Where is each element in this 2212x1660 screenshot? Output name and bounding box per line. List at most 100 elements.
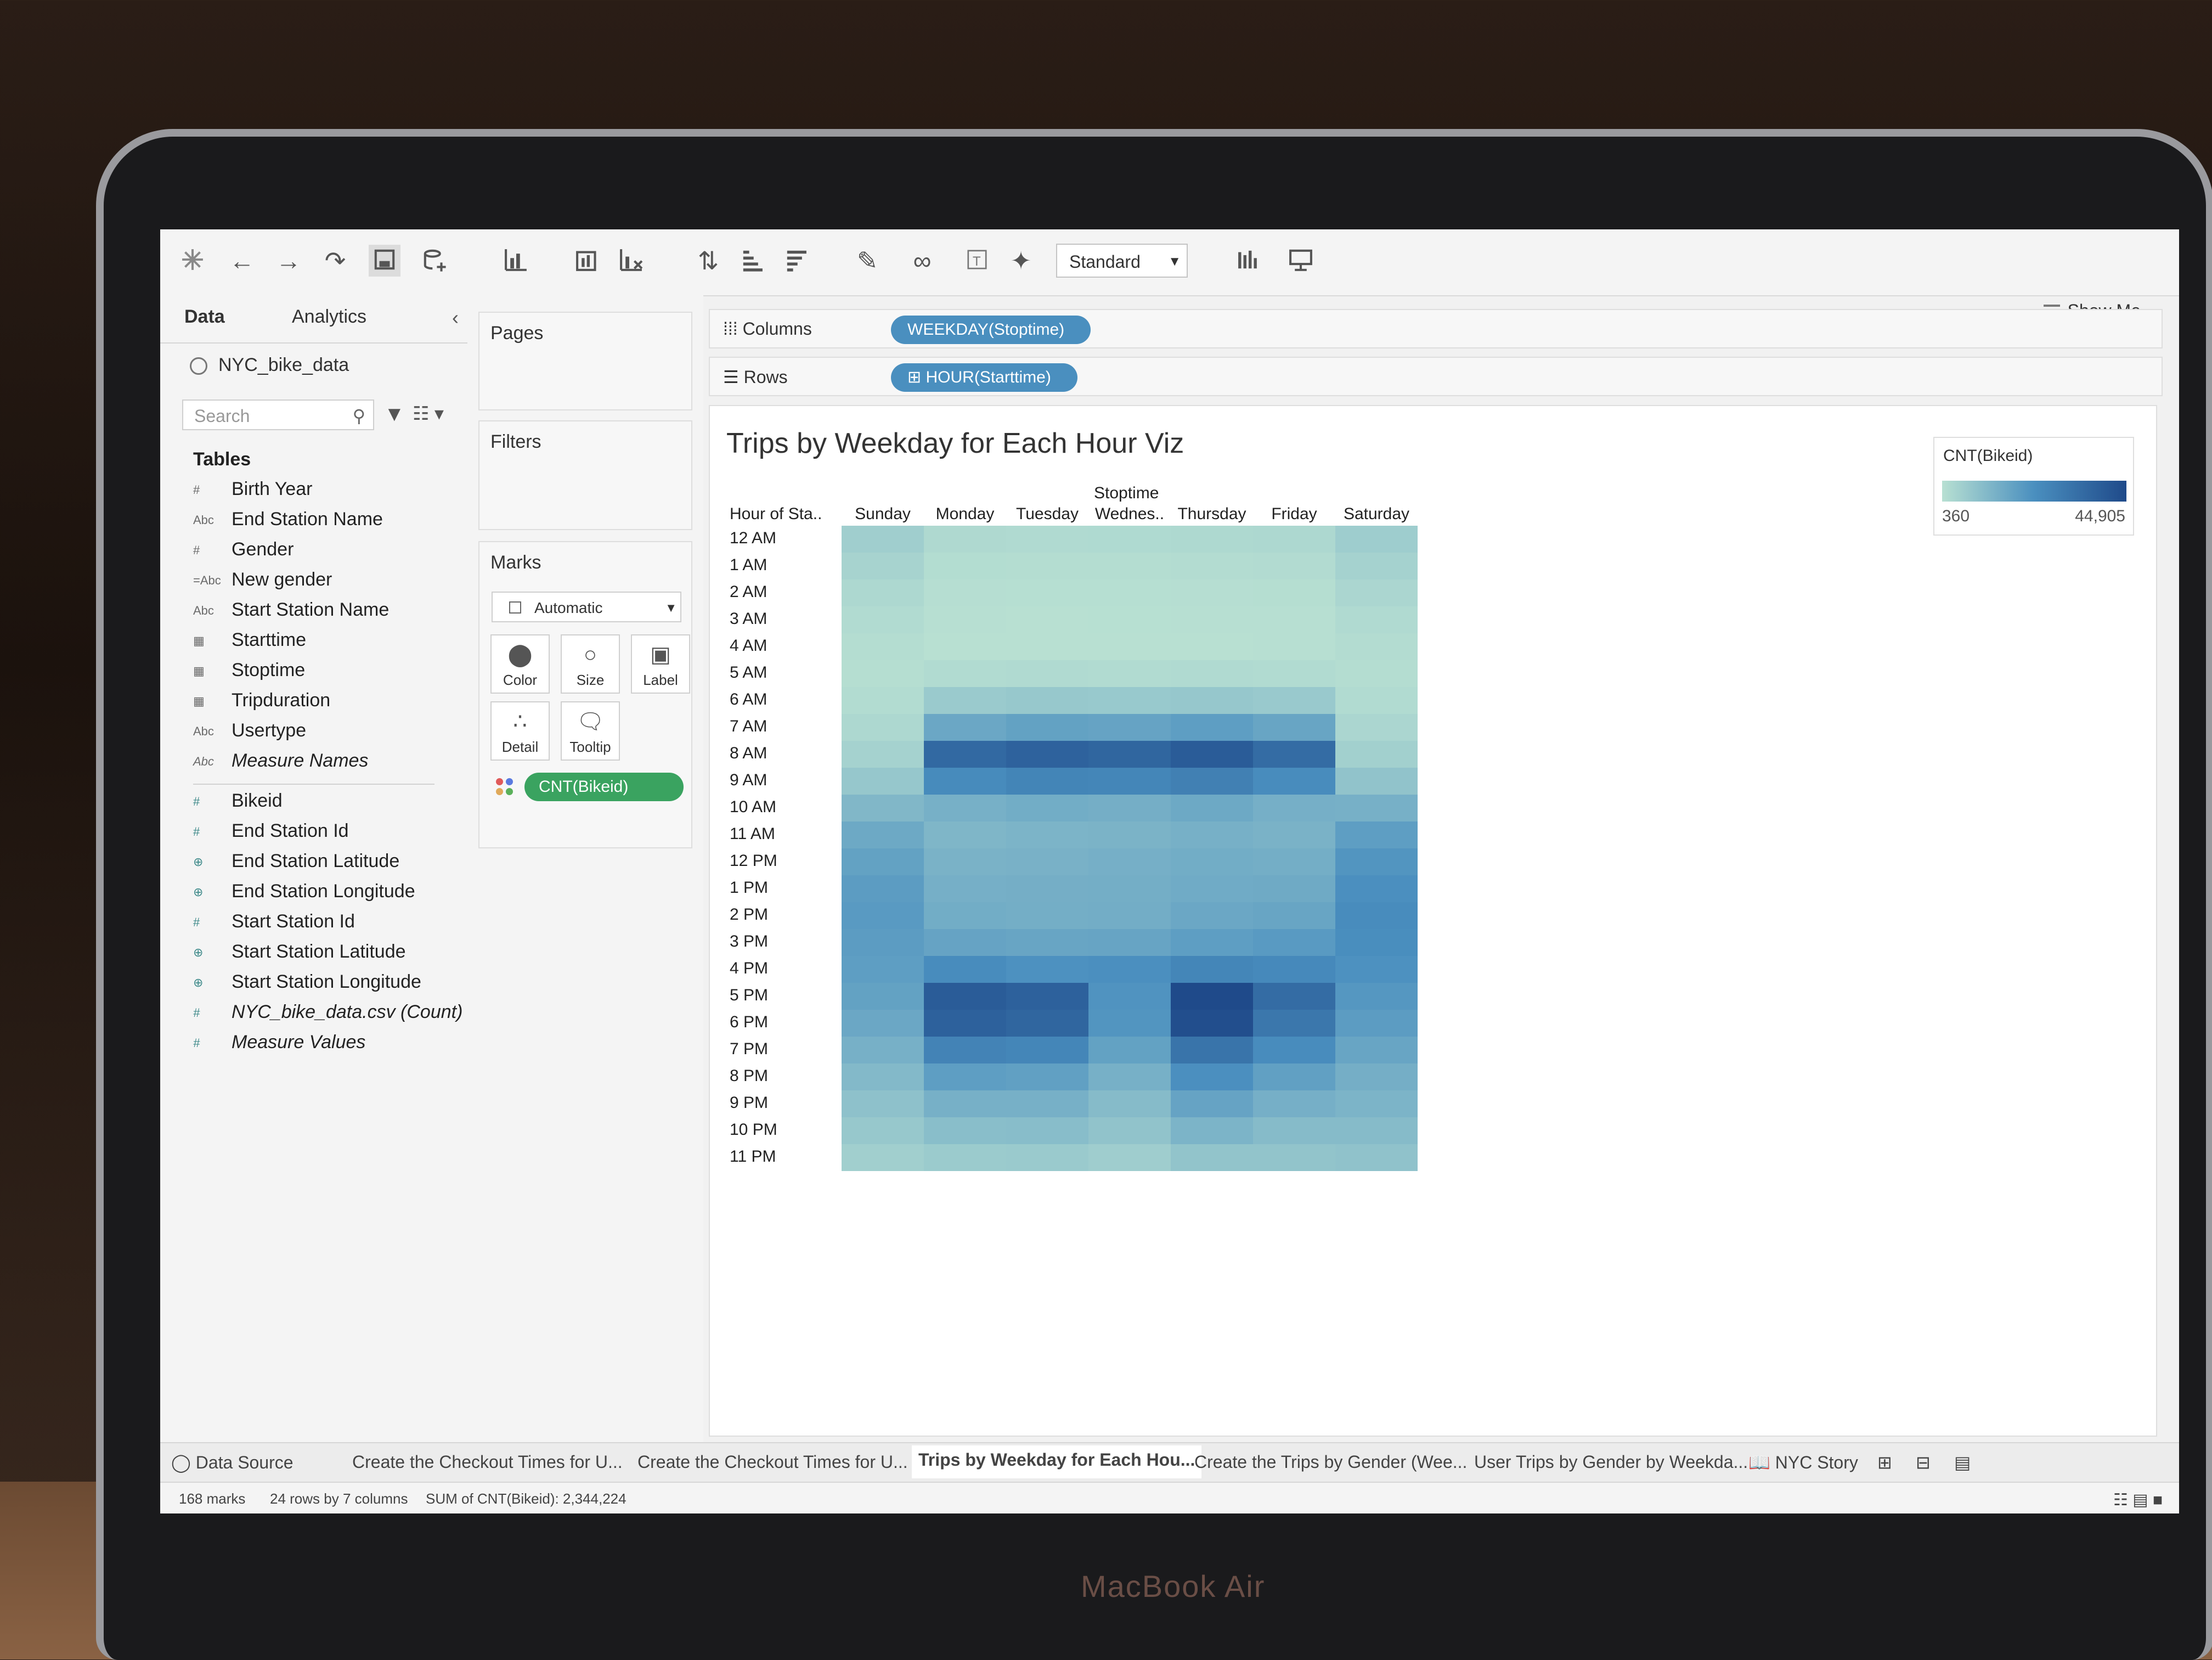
heatmap-cell[interactable] <box>1335 1144 1418 1171</box>
heatmap-cell[interactable] <box>1335 526 1418 553</box>
heatmap-cell[interactable] <box>1335 687 1418 714</box>
heatmap-cell[interactable] <box>1335 1010 1418 1037</box>
row-header-label[interactable]: 2 PM <box>730 905 768 924</box>
row-header-label[interactable]: 9 PM <box>730 1094 768 1112</box>
heatmap-cell[interactable] <box>1253 929 1335 956</box>
heatmap-cell[interactable] <box>842 1117 924 1144</box>
detail-button[interactable]: ∴ Detail <box>490 701 550 761</box>
heatmap-cell[interactable] <box>842 553 924 579</box>
heatmap-cell[interactable] <box>1088 526 1171 553</box>
data-source-tab[interactable]: ◯ Data Source <box>171 1452 294 1473</box>
row-header-label[interactable]: 4 PM <box>730 959 768 978</box>
heatmap-cell[interactable] <box>1335 579 1418 606</box>
sheet-tab[interactable]: User Trips by Gender by Weekda... <box>1474 1452 1748 1472</box>
duplicate-sheet-icon[interactable] <box>572 245 603 277</box>
row-header-label[interactable]: 12 PM <box>730 852 777 870</box>
heatmap-cell[interactable] <box>1171 1117 1253 1144</box>
heatmap-cell[interactable] <box>1006 1063 1088 1090</box>
rows-shelf[interactable]: ☰ Rows ⊞ HOUR(Starttime) <box>709 357 2163 396</box>
heatmap-cell[interactable] <box>1335 714 1418 741</box>
heatmap-cell[interactable] <box>1171 902 1253 929</box>
heatmap-cell[interactable] <box>1088 902 1171 929</box>
color-button[interactable]: ⬤ Color <box>490 634 550 694</box>
back-arrow-icon[interactable]: ← <box>226 245 258 277</box>
row-header-label[interactable]: 1 AM <box>730 556 767 575</box>
heatmap-cell[interactable] <box>1171 1010 1253 1037</box>
heatmap-cell[interactable] <box>1006 983 1088 1010</box>
heatmap-cell[interactable] <box>1253 875 1335 902</box>
heatmap-cell[interactable] <box>1088 768 1171 795</box>
swap-rows-columns-icon[interactable]: ⇅ <box>692 245 724 277</box>
tableau-logo-icon[interactable] <box>177 245 208 277</box>
heatmap-cell[interactable] <box>842 1063 924 1090</box>
heatmap-cell[interactable] <box>1171 983 1253 1010</box>
heatmap-cell[interactable] <box>842 633 924 660</box>
heatmap-cell[interactable] <box>842 902 924 929</box>
heatmap-cell[interactable] <box>1253 579 1335 606</box>
weekday-stoptime-pill[interactable]: WEEKDAY(Stoptime) <box>891 316 1091 344</box>
field-item[interactable]: # Birth Year <box>193 479 467 509</box>
heatmap-cell[interactable] <box>1171 606 1253 633</box>
heatmap-cell[interactable] <box>1006 929 1088 956</box>
collapse-pane-icon[interactable]: ‹ <box>452 306 459 329</box>
heatmap-cell[interactable] <box>1253 821 1335 848</box>
heatmap-cell[interactable] <box>1088 714 1171 741</box>
heatmap-cell[interactable] <box>1171 741 1253 768</box>
heatmap-cell[interactable] <box>1335 848 1418 875</box>
column-header-label[interactable]: Friday <box>1253 505 1335 524</box>
heatmap-cell[interactable] <box>1335 741 1418 768</box>
heatmap-cell[interactable] <box>1006 875 1088 902</box>
heatmap-cell[interactable] <box>924 768 1006 795</box>
heatmap-cell[interactable] <box>1335 983 1418 1010</box>
heatmap-cell[interactable] <box>1253 741 1335 768</box>
heatmap-cell[interactable] <box>1171 714 1253 741</box>
tab-analytics[interactable]: Analytics <box>292 306 366 328</box>
heatmap-cell[interactable] <box>1006 633 1088 660</box>
heatmap-cell[interactable] <box>1006 1037 1088 1063</box>
heatmap-cell[interactable] <box>842 821 924 848</box>
heatmap-cell[interactable] <box>1335 633 1418 660</box>
heatmap-cell[interactable] <box>1253 1144 1335 1171</box>
column-header-label[interactable]: Thursday <box>1171 505 1253 524</box>
column-header-label[interactable]: Saturday <box>1335 505 1418 524</box>
row-header-label[interactable]: 2 AM <box>730 583 767 601</box>
row-header-label[interactable]: 1 PM <box>730 879 768 897</box>
sheet-tab[interactable]: Create the Checkout Times for U... <box>637 1452 908 1472</box>
heatmap-cell[interactable] <box>924 795 1006 821</box>
heatmap-cell[interactable] <box>924 633 1006 660</box>
heatmap-cell[interactable] <box>1171 795 1253 821</box>
heatmap-cell[interactable] <box>1253 526 1335 553</box>
heatmap-cell[interactable] <box>1171 1063 1253 1090</box>
pin-icon[interactable]: ✦ <box>1005 245 1037 277</box>
heatmap-cell[interactable] <box>924 1117 1006 1144</box>
row-header-label[interactable]: 7 AM <box>730 717 767 736</box>
heatmap-cell[interactable] <box>1335 795 1418 821</box>
heatmap-cell[interactable] <box>1335 929 1418 956</box>
heatmap-cell[interactable] <box>1171 660 1253 687</box>
row-header-label[interactable]: 3 PM <box>730 932 768 951</box>
heatmap-cell[interactable] <box>1088 1063 1171 1090</box>
heatmap-cell[interactable] <box>924 526 1006 553</box>
heatmap-cell[interactable] <box>1088 633 1171 660</box>
row-header-label[interactable]: 5 AM <box>730 663 767 682</box>
presentation-mode-icon[interactable] <box>1233 245 1265 277</box>
sort-ascending-icon[interactable] <box>736 245 768 277</box>
heatmap-cell[interactable] <box>1088 821 1171 848</box>
field-item[interactable]: Abc Usertype <box>193 720 467 750</box>
field-item[interactable]: ⊕ Start Station Latitude <box>193 941 467 971</box>
pages-shelf[interactable]: Pages <box>478 312 692 410</box>
filters-shelf[interactable]: Filters <box>478 420 692 530</box>
field-item[interactable]: ▦ Stoptime <box>193 660 467 690</box>
heatmap-cell[interactable] <box>1335 768 1418 795</box>
heatmap-cell[interactable] <box>924 579 1006 606</box>
heatmap-cell[interactable] <box>1006 579 1088 606</box>
sheet-tab-active[interactable]: Trips by Weekday for Each Hou... <box>912 1445 1202 1478</box>
heatmap-cell[interactable] <box>1006 660 1088 687</box>
row-header-label[interactable]: 5 PM <box>730 986 768 1005</box>
heatmap-cell[interactable] <box>1088 553 1171 579</box>
share-screen-icon[interactable] <box>1285 245 1317 277</box>
field-item[interactable]: ▦ Tripduration <box>193 690 467 720</box>
heatmap-cell[interactable] <box>1006 687 1088 714</box>
redo-icon[interactable]: ↷ <box>319 245 351 277</box>
heatmap-cell[interactable] <box>1335 1037 1418 1063</box>
